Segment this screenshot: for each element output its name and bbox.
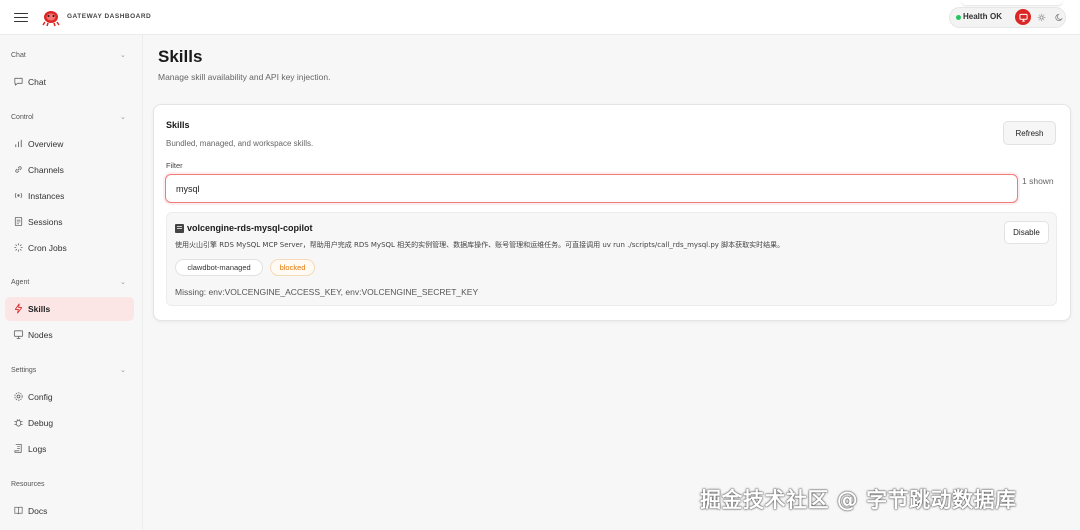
sidebar-item-chat[interactable]: Chat bbox=[5, 70, 134, 94]
skill-name-row: volcengine-rds-mysql-copilot bbox=[175, 223, 313, 233]
sidebar-section-agent[interactable]: Agent bbox=[11, 279, 29, 286]
skill-description: 使用火山引擎 RDS MySQL MCP Server，帮助用户完成 RDS M… bbox=[175, 241, 785, 249]
card-subtitle: Bundled, managed, and workspace skills. bbox=[166, 139, 314, 148]
source-chip: clawdbot-managed bbox=[175, 259, 263, 276]
skill-name: volcengine-rds-mysql-copilot bbox=[187, 223, 313, 233]
missing-env-text: Missing: env:VOLCENGINE_ACCESS_KEY, env:… bbox=[175, 287, 479, 297]
sidebar-section-control[interactable]: Control bbox=[11, 114, 34, 121]
sidebar-item-cron-jobs[interactable]: Cron Jobs bbox=[5, 236, 134, 260]
sidebar-item-label: Debug bbox=[28, 418, 54, 428]
sidebar-item-docs[interactable]: Docs bbox=[5, 499, 134, 523]
sidebar-section-resources[interactable]: Resources bbox=[11, 481, 44, 488]
radio-icon bbox=[14, 192, 23, 199]
watermark: 掘金技术社区 @ 字节跳动数据库 bbox=[700, 488, 1017, 512]
brand-title: GATEWAY DASHBOARD bbox=[67, 13, 152, 20]
sidebar-item-label: Config bbox=[28, 392, 53, 402]
refresh-button[interactable]: Refresh bbox=[1003, 121, 1056, 145]
sidebar-item-label: Sessions bbox=[28, 217, 63, 227]
health-label: Health bbox=[963, 12, 988, 21]
lightning-icon bbox=[14, 303, 23, 314]
sidebar-item-channels[interactable]: Channels bbox=[5, 158, 134, 182]
bug-icon bbox=[14, 419, 23, 427]
filter-label: Filter bbox=[166, 161, 183, 170]
sidebar-item-sessions[interactable]: Sessions bbox=[5, 210, 134, 234]
loader-icon bbox=[14, 243, 23, 252]
sidebar-item-label: Channels bbox=[28, 165, 64, 175]
gear-icon bbox=[14, 392, 23, 401]
sidebar-item-instances[interactable]: Instances bbox=[5, 184, 134, 208]
sidebar-item-skills[interactable]: Skills bbox=[5, 297, 134, 321]
chevron-down-icon[interactable]: ⌄ bbox=[120, 366, 126, 374]
sidebar-item-label: Skills bbox=[28, 304, 51, 314]
page-subtitle: Manage skill availability and API key in… bbox=[158, 72, 331, 82]
health-value: OK bbox=[990, 12, 1002, 21]
chevron-down-icon[interactable]: ⌄ bbox=[120, 113, 126, 121]
sidebar-item-label: Overview bbox=[28, 139, 64, 149]
sidebar-item-label: Cron Jobs bbox=[28, 243, 67, 253]
sidebar-item-config[interactable]: Config bbox=[5, 385, 134, 409]
chevron-down-icon[interactable]: ⌄ bbox=[120, 278, 126, 286]
menu-icon[interactable] bbox=[14, 10, 28, 24]
document-icon bbox=[14, 216, 23, 227]
sidebar-item-logs[interactable]: Logs bbox=[5, 437, 134, 461]
database-icon bbox=[175, 223, 184, 233]
disable-button[interactable]: Disable bbox=[1004, 221, 1049, 244]
health-status-dot bbox=[956, 15, 961, 20]
theme-light-button[interactable] bbox=[1033, 9, 1049, 25]
lobster-logo-icon bbox=[42, 11, 60, 27]
sidebar-item-label: Instances bbox=[28, 191, 65, 201]
sidebar-item-label: Nodes bbox=[28, 330, 53, 340]
card-title: Skills bbox=[166, 120, 190, 130]
sidebar-item-label: Logs bbox=[28, 444, 47, 454]
sidebar-section-settings[interactable]: Settings bbox=[11, 367, 36, 374]
filter-input[interactable] bbox=[165, 174, 1018, 203]
sidebar-item-nodes[interactable]: Nodes bbox=[5, 323, 134, 347]
page-title: Skills bbox=[158, 47, 203, 66]
sun-icon bbox=[1037, 13, 1045, 21]
sidebar-item-debug[interactable]: Debug bbox=[5, 411, 134, 435]
sidebar-item-label: Docs bbox=[28, 506, 48, 516]
monitor-icon bbox=[1018, 13, 1028, 22]
book-icon bbox=[14, 506, 23, 515]
monitor-icon bbox=[13, 330, 24, 340]
theme-dark-button[interactable] bbox=[1051, 9, 1067, 25]
top-popover-edge bbox=[962, 0, 1062, 5]
status-badge: blocked bbox=[270, 259, 315, 276]
message-icon bbox=[14, 77, 23, 86]
theme-system-button[interactable] bbox=[1015, 9, 1031, 25]
sidebar-item-overview[interactable]: Overview bbox=[5, 132, 134, 156]
moon-icon bbox=[1054, 13, 1063, 21]
sidebar-item-label: Chat bbox=[28, 77, 46, 87]
scroll-icon bbox=[14, 443, 22, 454]
link-icon bbox=[15, 166, 22, 173]
top-bar: GATEWAY DASHBOARD bbox=[0, 0, 1080, 35]
sidebar-section-chat[interactable]: Chat bbox=[11, 52, 26, 59]
shown-count: 1 shown bbox=[1022, 176, 1054, 186]
chevron-down-icon[interactable]: ⌄ bbox=[120, 51, 126, 59]
bar-chart-icon bbox=[15, 139, 22, 148]
